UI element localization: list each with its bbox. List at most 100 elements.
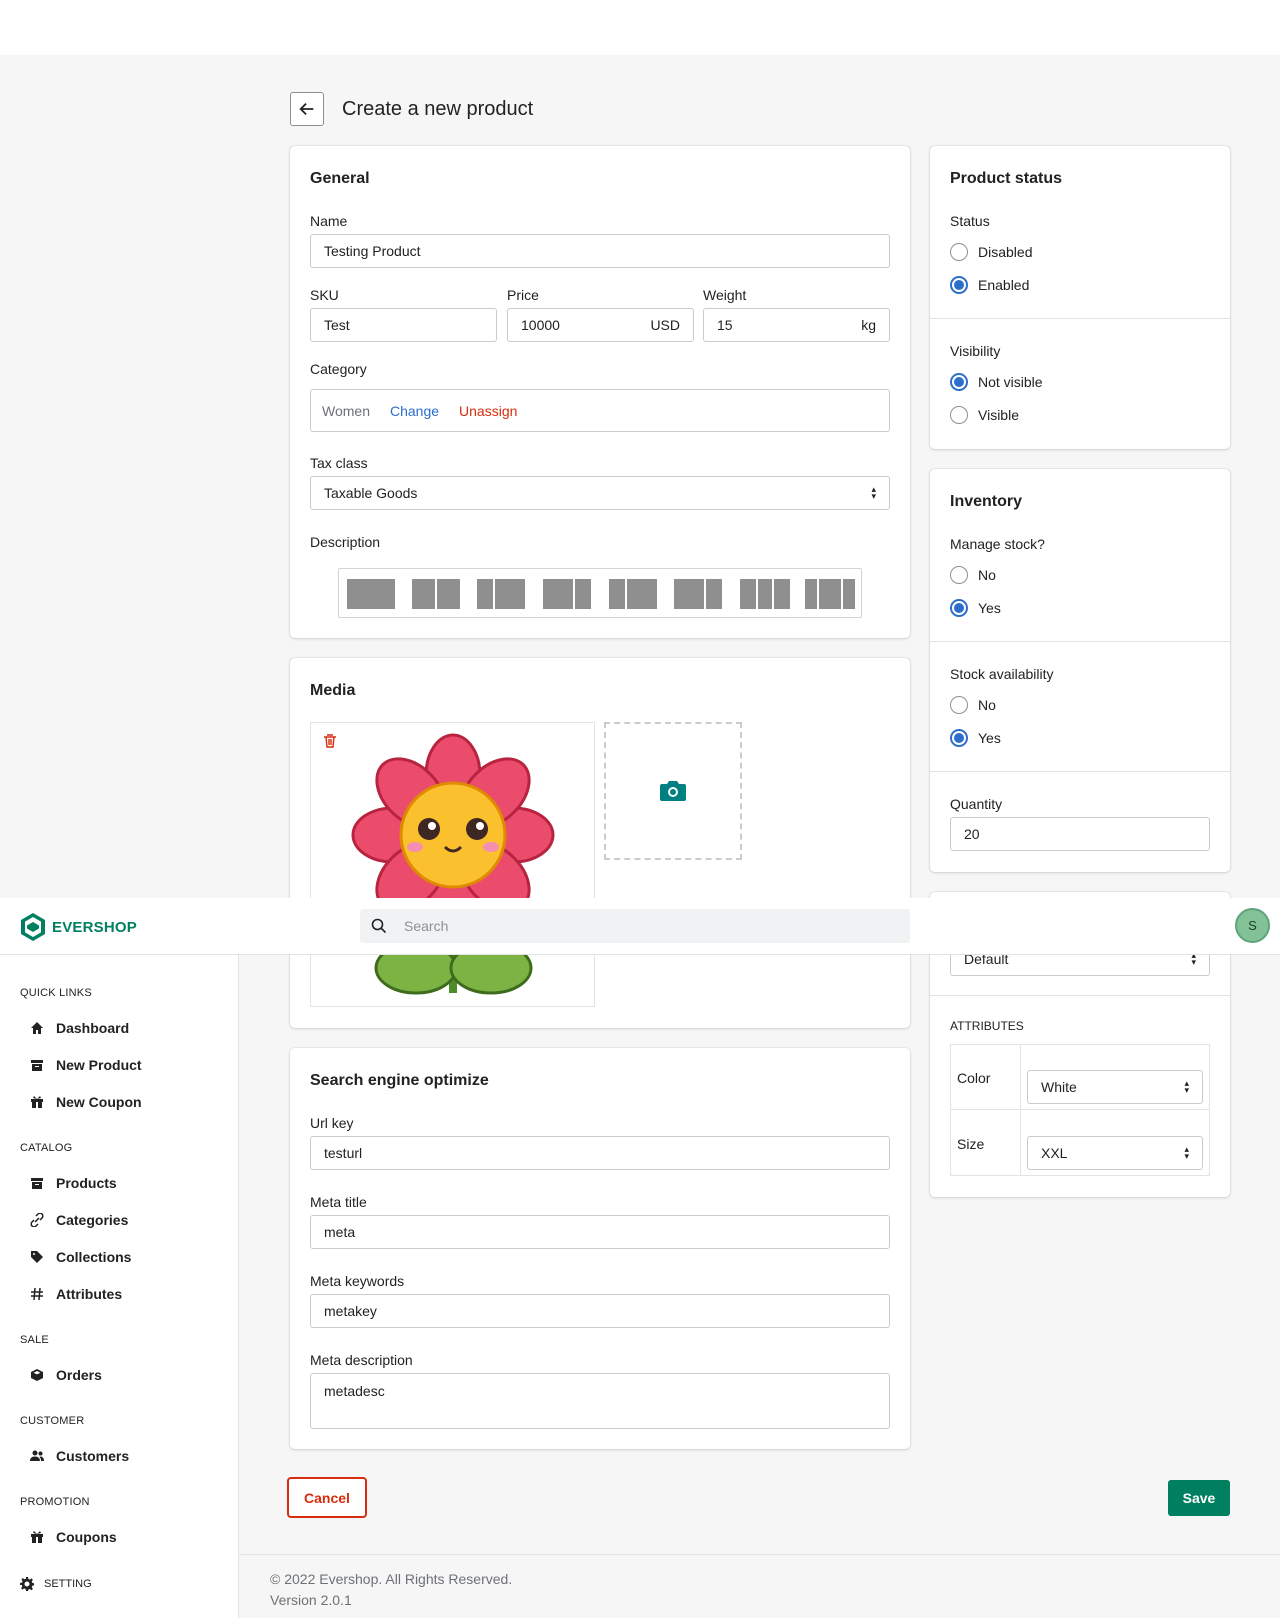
select-arrows-icon: ▴ ▾ (871, 484, 876, 501)
search-icon (371, 918, 387, 934)
category-unassign-link[interactable]: Unassign (459, 403, 517, 419)
catalog-heading: CATALOG (20, 1142, 73, 1154)
sidebar-item-label: New Coupon (56, 1093, 142, 1110)
home-icon (30, 1021, 44, 1035)
editor-tool-5[interactable] (609, 579, 657, 609)
divider (930, 771, 1230, 772)
archive-icon (30, 1058, 44, 1072)
sidebar-item-dashboard[interactable]: Dashboard (0, 1009, 238, 1046)
meta-description-textarea[interactable]: metadesc (310, 1373, 890, 1429)
color-select[interactable]: White ▴ ▾ (1027, 1070, 1203, 1104)
sidebar-item-products[interactable]: Products (0, 1164, 238, 1201)
manage-stock-yes-radio[interactable]: Yes (950, 592, 1001, 624)
sidebar-item-setting[interactable]: SETTING (0, 1577, 238, 1591)
sidebar-item-label: New Product (56, 1056, 142, 1073)
upload-image-slot[interactable] (604, 722, 742, 860)
product-status-card: Product status Status Disabled Enabled V… (930, 146, 1230, 449)
cube-icon (30, 1368, 44, 1382)
sidebar-item-new-product[interactable]: New Product (0, 1046, 238, 1083)
sidebar-item-collections[interactable]: Collections (0, 1238, 238, 1275)
search-input[interactable] (404, 918, 884, 934)
sidebar-item-coupons[interactable]: Coupons (0, 1518, 238, 1555)
sidebar-item-label: Coupons (56, 1528, 117, 1545)
color-label: Color (957, 1070, 991, 1086)
editor-tool-7[interactable] (740, 579, 790, 609)
save-button[interactable]: Save (1168, 1480, 1230, 1516)
url-key-value: testurl (324, 1145, 363, 1161)
weight-input[interactable]: 15 kg (703, 308, 890, 342)
radio-circle (950, 243, 968, 261)
search-box[interactable] (360, 909, 910, 943)
editor-tool-3[interactable] (477, 579, 525, 609)
visibility-visible-radio[interactable]: Visible (950, 399, 1019, 431)
meta-keywords-input[interactable]: metakey (310, 1294, 890, 1328)
status-enabled-label: Enabled (978, 277, 1030, 293)
editor-tool-6[interactable] (674, 579, 722, 609)
avatar[interactable]: S (1235, 908, 1270, 943)
gift-icon (30, 1530, 44, 1544)
status-label: Status (950, 213, 990, 229)
sidebar: QUICK LINKS Dashboard New Product New Co… (0, 955, 239, 1618)
category-change-link[interactable]: Change (390, 403, 439, 419)
sidebar-item-categories[interactable]: Categories (0, 1201, 238, 1238)
sku-value: Test (324, 317, 350, 333)
sidebar-item-label: Collections (56, 1248, 132, 1265)
meta-description-label: Meta description (310, 1352, 413, 1368)
editor-tool-1[interactable] (347, 579, 395, 609)
url-key-input[interactable]: testurl (310, 1136, 890, 1170)
divider (930, 318, 1230, 319)
trash-icon[interactable] (322, 733, 338, 749)
select-arrows-icon: ▴ ▾ (1184, 1144, 1189, 1161)
sidebar-item-customers[interactable]: Customers (0, 1437, 238, 1474)
quick-links-heading: QUICK LINKS (20, 987, 92, 999)
weight-unit: kg (861, 317, 876, 333)
price-value: 10000 (521, 317, 560, 333)
sidebar-item-orders[interactable]: Orders (0, 1356, 238, 1393)
back-button[interactable] (290, 92, 324, 126)
size-value: XXL (1041, 1145, 1068, 1161)
category-box: Women Change Unassign (310, 389, 890, 432)
color-value: White (1041, 1079, 1077, 1095)
general-title: General (310, 170, 370, 187)
meta-title-input[interactable]: meta (310, 1215, 890, 1249)
sidebar-item-label: SETTING (44, 1578, 92, 1590)
version-text: Version 2.0.1 (270, 1592, 352, 1608)
users-icon (30, 1449, 44, 1463)
tax-class-select[interactable]: Taxable Goods ▴ ▾ (310, 476, 890, 510)
inventory-title: Inventory (950, 493, 1023, 510)
general-card: General Name Testing Product SKU Test Pr… (290, 146, 910, 638)
size-select[interactable]: XXL ▴ ▾ (1027, 1136, 1203, 1170)
editor-tool-2[interactable] (412, 579, 460, 609)
name-label: Name (310, 213, 348, 229)
manage-stock-no-radio[interactable]: No (950, 559, 996, 591)
status-disabled-label: Disabled (978, 244, 1033, 260)
name-input[interactable]: Testing Product (310, 234, 890, 268)
price-input[interactable]: 10000 USD (507, 308, 694, 342)
status-enabled-radio[interactable]: Enabled (950, 269, 1029, 301)
sidebar-item-label: Customers (56, 1447, 130, 1464)
sale-heading: SALE (20, 1334, 49, 1346)
radio-circle (950, 696, 968, 714)
sku-input[interactable]: Test (310, 308, 497, 342)
editor-tool-8[interactable] (805, 579, 855, 609)
meta-keywords-value: metakey (324, 1303, 377, 1319)
brand-logo[interactable]: EVERSHOP (19, 912, 137, 942)
arrow-left-icon (299, 102, 314, 116)
visibility-not-visible-radio[interactable]: Not visible (950, 366, 1043, 398)
radio-circle (950, 566, 968, 584)
quantity-input[interactable]: 20 (950, 817, 1210, 851)
size-row: Size XXL ▴ ▾ (951, 1111, 1209, 1175)
price-label: Price (507, 287, 539, 303)
copyright-text: © 2022 Evershop. All Rights Reserved. (270, 1571, 513, 1587)
top-bar: EVERSHOP S (0, 898, 1280, 955)
visible-label: Visible (978, 407, 1019, 423)
status-disabled-radio[interactable]: Disabled (950, 236, 1032, 268)
sidebar-item-new-coupon[interactable]: New Coupon (0, 1083, 238, 1120)
sidebar-item-attributes[interactable]: Attributes (0, 1275, 238, 1312)
availability-yes-radio[interactable]: Yes (950, 722, 1001, 754)
sidebar-item-label: Products (56, 1174, 117, 1191)
cancel-button[interactable]: Cancel (287, 1477, 367, 1518)
availability-no-radio[interactable]: No (950, 689, 996, 721)
editor-tool-4[interactable] (543, 579, 591, 609)
product-image[interactable] (310, 722, 595, 1007)
